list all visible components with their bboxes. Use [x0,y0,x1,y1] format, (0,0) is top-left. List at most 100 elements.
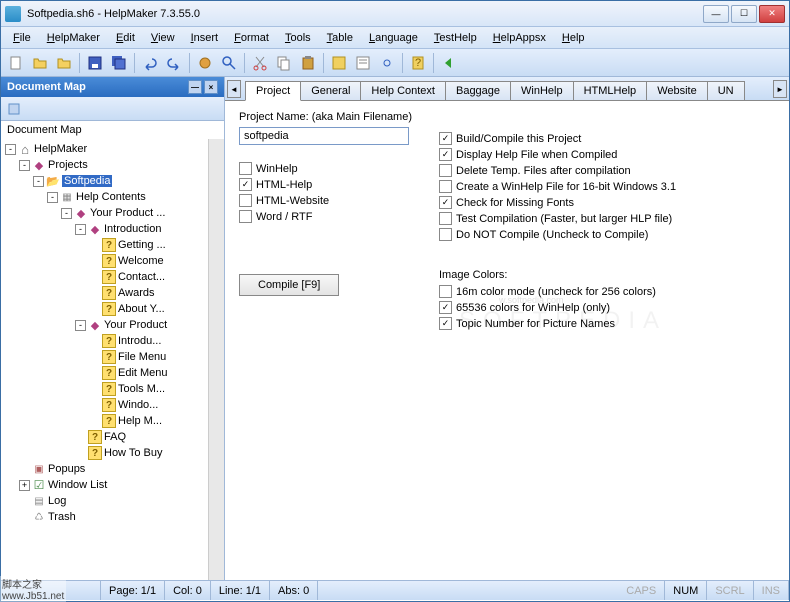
tree-expand-icon[interactable]: - [19,160,30,171]
sidebar-tool-icon[interactable] [3,98,25,120]
tree-expand-icon[interactable]: - [75,320,86,331]
tree-item[interactable]: Log [3,494,222,508]
link-icon[interactable] [376,52,398,74]
checkbox-icon[interactable] [439,148,452,161]
checkbox-icon[interactable] [439,164,452,177]
tab-winhelp[interactable]: WinHelp [510,81,574,100]
tree-expand-icon[interactable]: - [75,224,86,235]
checkbox-icon[interactable] [439,196,452,209]
menu-tools[interactable]: Tools [279,30,317,46]
option-check[interactable]: Build/Compile this Project [439,132,775,145]
maximize-button[interactable]: ☐ [731,5,757,23]
tab-baggage[interactable]: Baggage [445,81,511,100]
saveall-icon[interactable] [108,52,130,74]
sidebar-minimize-icon[interactable]: — [188,80,202,94]
open-icon[interactable] [29,52,51,74]
tab-scroll-left-icon[interactable]: ◄ [227,80,241,98]
tree-expand-icon[interactable]: - [5,144,16,155]
tree-expand-icon[interactable]: + [19,480,30,491]
tab-scroll-right-icon[interactable]: ► [773,80,787,98]
option-check[interactable]: Check for Missing Fonts [439,196,775,209]
menu-insert[interactable]: Insert [185,30,225,46]
menu-view[interactable]: View [145,30,181,46]
tab-htmlhelp[interactable]: HTMLHelp [573,81,648,100]
tab-project[interactable]: Project [245,81,301,101]
tree-item[interactable]: ?Getting ... [3,238,222,252]
tree-item[interactable]: ?Windo... [3,398,222,412]
checkbox-icon[interactable] [239,210,252,223]
compile-button[interactable]: Compile [F9] [239,274,339,296]
tree-item[interactable]: +Window List [3,478,222,492]
menu-edit[interactable]: Edit [110,30,141,46]
tree-expand-icon[interactable]: - [33,176,44,187]
tab-un[interactable]: UN [707,81,745,100]
tree-item[interactable]: ?Contact... [3,270,222,284]
paste-icon[interactable] [297,52,319,74]
tree-item[interactable]: ?Edit Menu [3,366,222,380]
color-check[interactable]: Topic Number for Picture Names [439,317,775,330]
format-check[interactable]: WinHelp [239,162,419,175]
checkbox-icon[interactable] [439,132,452,145]
tree-item[interactable]: ?How To Buy [3,446,222,460]
tree-item[interactable]: ?Help M... [3,414,222,428]
compile-icon[interactable] [328,52,350,74]
checkbox-icon[interactable] [439,285,452,298]
new-icon[interactable] [5,52,27,74]
checkbox-icon[interactable] [439,317,452,330]
cut-icon[interactable] [249,52,271,74]
tools-icon[interactable] [194,52,216,74]
document-tree[interactable]: -HelpMaker-Projects-Softpedia-Help Conte… [1,139,224,580]
format-check[interactable]: HTML-Help [239,178,419,191]
menu-testhelp[interactable]: TestHelp [428,30,483,46]
menu-format[interactable]: Format [228,30,275,46]
tab-general[interactable]: General [300,81,361,100]
menu-helpmaker[interactable]: HelpMaker [41,30,106,46]
checkbox-icon[interactable] [239,162,252,175]
help-icon[interactable]: ? [407,52,429,74]
menu-help[interactable]: Help [556,30,591,46]
option-check[interactable]: Delete Temp. Files after compilation [439,164,775,177]
menu-table[interactable]: Table [321,30,359,46]
tree-item[interactable]: -HelpMaker [3,142,222,156]
tree-expand-icon[interactable]: - [47,192,58,203]
option-check[interactable]: Display Help File when Compiled [439,148,775,161]
open2-icon[interactable] [53,52,75,74]
tab-website[interactable]: Website [646,81,708,100]
copy-icon[interactable] [273,52,295,74]
undo-icon[interactable] [139,52,161,74]
menu-language[interactable]: Language [363,30,424,46]
option-check[interactable]: Test Compilation (Faster, but larger HLP… [439,212,775,225]
menu-file[interactable]: File [7,30,37,46]
checkbox-icon[interactable] [439,212,452,225]
back-icon[interactable] [438,52,460,74]
option-check[interactable]: Create a WinHelp File for 16-bit Windows… [439,180,775,193]
tree-item[interactable]: ?About Y... [3,302,222,316]
tree-item[interactable]: Popups [3,462,222,476]
close-button[interactable]: ✕ [759,5,785,23]
tree-item[interactable]: -Your Product ... [3,206,222,220]
checkbox-icon[interactable] [439,180,452,193]
tree-item[interactable]: Trash [3,510,222,524]
checkbox-icon[interactable] [239,178,252,191]
checkbox-icon[interactable] [439,301,452,314]
project-name-input[interactable] [239,127,409,145]
save-icon[interactable] [84,52,106,74]
tree-item[interactable]: -Introduction [3,222,222,236]
minimize-button[interactable]: — [703,5,729,23]
tree-item[interactable]: ?Awards [3,286,222,300]
color-check[interactable]: 16m color mode (uncheck for 256 colors) [439,285,775,298]
menu-helpappsx[interactable]: HelpAppsx [487,30,552,46]
tree-item[interactable]: -Your Product [3,318,222,332]
checkbox-icon[interactable] [439,228,452,241]
tree-item[interactable]: -Projects [3,158,222,172]
tree-item[interactable]: ?File Menu [3,350,222,364]
properties-icon[interactable] [352,52,374,74]
tree-item[interactable]: -Softpedia [3,174,222,188]
format-check[interactable]: Word / RTF [239,210,419,223]
format-check[interactable]: HTML-Website [239,194,419,207]
tree-scrollbar[interactable] [208,139,224,580]
sidebar-close-icon[interactable]: × [204,80,218,94]
tab-help-context[interactable]: Help Context [360,81,446,100]
tree-item[interactable]: ?Introdu... [3,334,222,348]
search-icon[interactable] [218,52,240,74]
